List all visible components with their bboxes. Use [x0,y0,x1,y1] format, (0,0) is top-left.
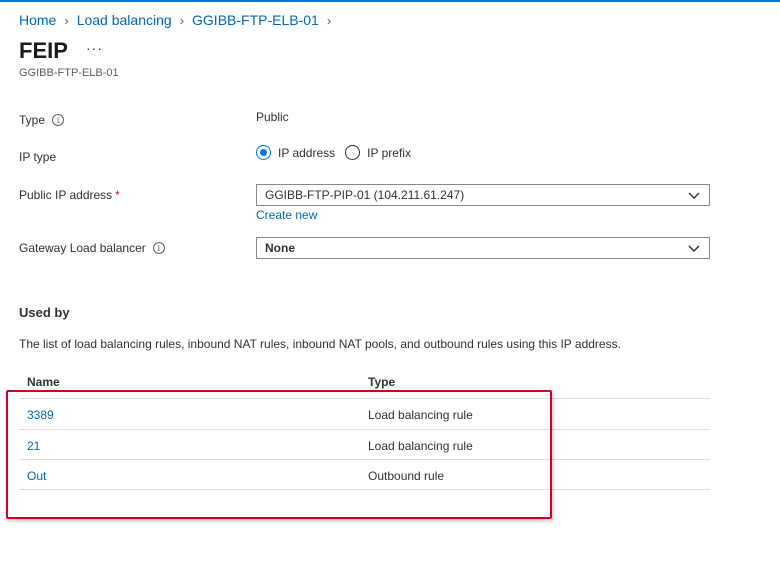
chevron-down-icon [688,245,700,252]
page-subtitle: GGIBB-FTP-ELB-01 [19,67,119,79]
info-icon[interactable]: i [152,242,165,254]
ip-type-label: IP type [19,150,57,164]
public-ip-selected-value: GGIBB-FTP-PIP-01 (104.211.61.247) [265,188,465,202]
used-by-description: The list of load balancing rules, inboun… [19,337,621,351]
radio-checked-icon[interactable] [256,145,271,160]
more-options-button[interactable]: ··· [86,40,103,56]
breadcrumb-load-balancer[interactable]: GGIBB-FTP-ELB-01 [192,12,319,28]
chevron-right-icon: › [179,12,185,28]
breadcrumb-home[interactable]: Home [19,12,56,28]
breadcrumb-load-balancing[interactable]: Load balancing [77,12,172,28]
radio-ip-prefix[interactable]: IP prefix [345,145,411,160]
info-icon[interactable]: i [52,114,65,126]
chevron-down-icon [688,192,700,199]
annotation-highlight-box [6,390,552,519]
create-new-link[interactable]: Create new [256,208,317,222]
type-label: Type [19,113,46,127]
type-label-row: Type i [19,113,65,127]
public-ip-select[interactable]: GGIBB-FTP-PIP-01 (104.211.61.247) [256,184,710,206]
radio-ip-prefix-label: IP prefix [367,145,411,160]
gateway-lb-label-row: Gateway Load balancer i [19,241,165,255]
top-accent-bar [0,0,780,2]
chevron-right-icon: › [326,12,332,28]
public-ip-label-row: Public IP address * [19,188,120,202]
gateway-lb-selected-value: None [265,241,295,255]
column-header-name[interactable]: Name [27,375,60,389]
radio-unchecked-icon[interactable] [345,145,361,160]
ip-type-radio-group: IP address IP prefix [256,145,419,160]
chevron-right-icon: › [64,12,69,28]
type-value: Public [256,110,289,124]
gateway-lb-label: Gateway Load balancer [19,241,146,255]
public-ip-label: Public IP address [19,188,113,202]
required-marker: * [115,188,120,202]
used-by-title: Used by [19,305,70,320]
radio-ip-address-label: IP address [278,145,336,160]
gateway-lb-select[interactable]: None [256,237,710,259]
radio-ip-address[interactable]: IP address [256,145,335,160]
column-header-type[interactable]: Type [368,375,395,389]
breadcrumb: Home › Load balancing › GGIBB-FTP-ELB-01… [19,12,339,28]
page-title: FEIP [19,38,68,63]
